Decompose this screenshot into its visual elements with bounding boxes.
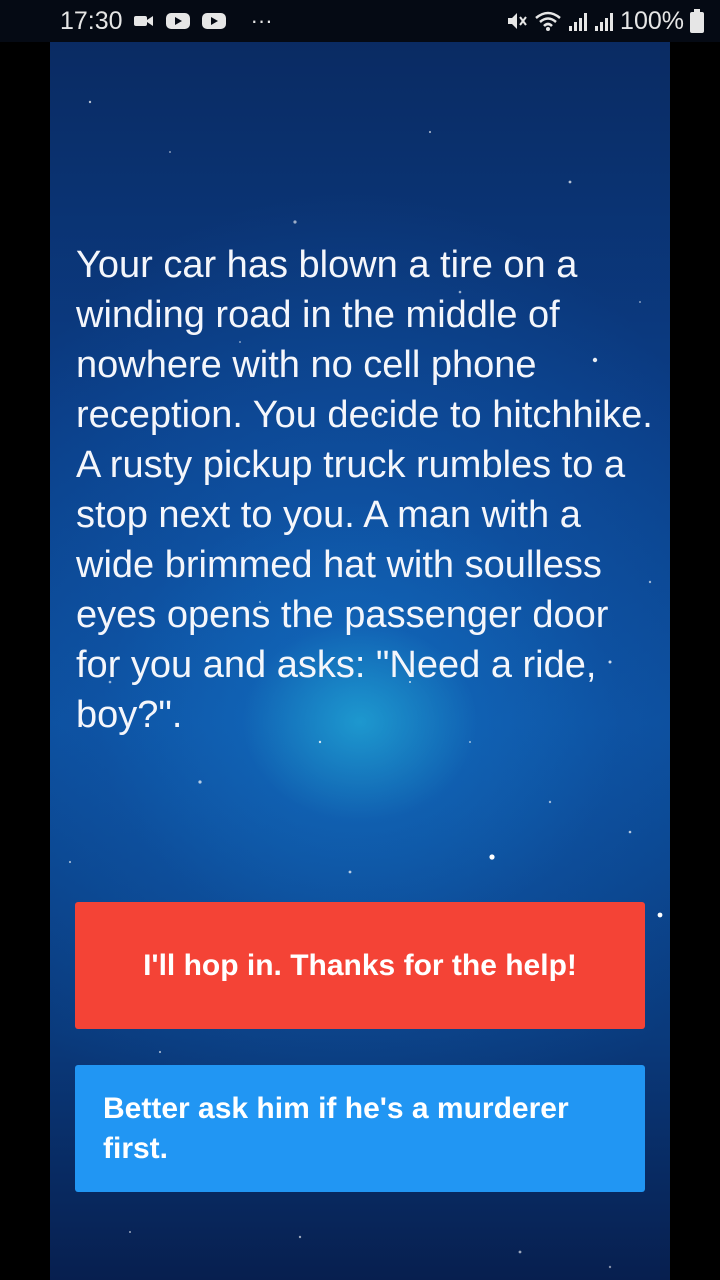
choice-hop-in-label: I'll hop in. Thanks for the help!	[143, 948, 577, 982]
choice-hop-in-button[interactable]: I'll hop in. Thanks for the help!	[75, 902, 645, 1029]
youtube-icon	[165, 13, 190, 29]
choice-ask-murderer-label: Better ask him if he's a murderer first.	[103, 1091, 569, 1165]
status-time: 17:30	[60, 6, 123, 35]
battery-percent: 100%	[620, 6, 684, 35]
mute-icon	[508, 13, 527, 29]
signal-icon	[595, 13, 614, 31]
wifi-icon	[535, 11, 561, 31]
status-bar: 17:30 ··· 100%	[0, 0, 720, 42]
signal-icon	[569, 13, 588, 31]
story-screen: Your car has blown a tire on a winding r…	[50, 42, 670, 1280]
more-notifications-icon: ···	[250, 8, 273, 33]
battery-icon	[690, 9, 704, 33]
phone-screen: 17:30 ··· 100% Your car has blown a tire…	[0, 0, 720, 1280]
youtube-icon	[201, 13, 226, 29]
story-text: Your car has blown a tire on a winding r…	[76, 244, 653, 736]
video-camera-icon	[133, 16, 153, 26]
choice-ask-murderer-button[interactable]: Better ask him if he's a murderer first.	[75, 1065, 645, 1192]
